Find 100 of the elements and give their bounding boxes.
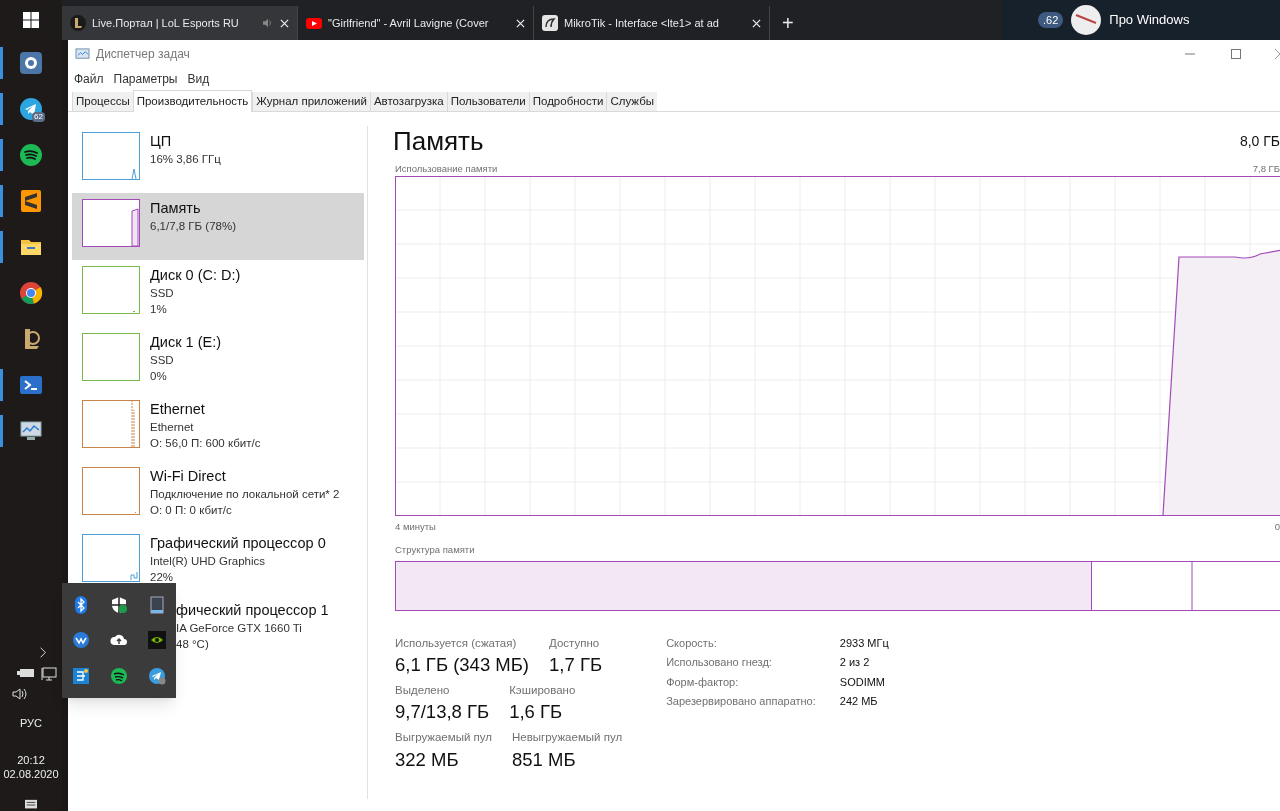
stat-value: 1,6 ГБ (509, 700, 564, 725)
nvidia-eye-icon[interactable] (148, 631, 166, 650)
property-value: 242 МБ (839, 694, 879, 710)
chat-title[interactable]: Про Windows (1109, 10, 1190, 30)
window-title: Диспетчер задач (96, 46, 190, 63)
menu-item[interactable]: Файл (74, 70, 104, 88)
speaker-icon[interactable] (11, 686, 29, 701)
unread-badge: 62 (32, 112, 45, 122)
resource-title: Графический процессор 0 (150, 534, 326, 553)
stat-label: Выделено (395, 683, 451, 698)
resource-item[interactable]: ЦП 16% 3,86 ГГц (72, 126, 364, 193)
resource-detail: SSD (150, 286, 175, 301)
menu-item[interactable]: Вид (187, 70, 210, 88)
tablet-icon[interactable] (148, 595, 166, 614)
detail-title: Память (393, 126, 484, 156)
tab[interactable]: Журнал приложений (252, 92, 370, 111)
resource-detail: 6,1/7,8 ГБ (78%) (150, 219, 236, 234)
resource-title: ЦП (150, 132, 173, 151)
resource-title: Wi-Fi Direct (150, 467, 227, 486)
resource-detail: 0% (150, 369, 168, 384)
tab[interactable]: Службы (606, 92, 657, 111)
telegram-icon[interactable] (19, 97, 43, 121)
maximize-icon[interactable] (1231, 49, 1241, 59)
stat-label: Невыгружаемый пул (512, 730, 623, 746)
resource-item[interactable]: Графический процессор 0 Intel(R) UHD Graphics 22% (72, 528, 364, 595)
network-monitor-icon[interactable] (41, 666, 57, 681)
avatar-icon (1071, 5, 1102, 35)
notification-icon[interactable] (23, 799, 39, 811)
resource-detail: Подключение по локальной сети* 2 (150, 487, 340, 502)
stat-value: 6,1 ГБ (343 МБ) (395, 653, 530, 677)
resource-title: Ethernet (150, 400, 206, 419)
menu-item[interactable]: Параметры (113, 70, 178, 88)
sublime-icon[interactable] (19, 189, 43, 213)
browser-tab[interactable]: Live.Портал | LoL Esports RU (62, 6, 298, 40)
resource-detail: 48 °C) (176, 637, 210, 652)
close-tab-icon[interactable] (280, 18, 289, 28)
tab-title: Live.Портал | LoL Esports RU (92, 15, 240, 31)
tab[interactable]: Процессы (72, 92, 133, 111)
stat-label: Кэшировано (509, 683, 576, 698)
resource-item[interactable]: Диск 1 (E:) SSD 0% (72, 327, 364, 394)
terminal-icon[interactable] (19, 373, 43, 397)
stat-label: Используется (сжатая) (395, 635, 518, 651)
shield-icon[interactable] (110, 595, 128, 614)
monitor-chart-icon[interactable] (19, 419, 43, 443)
league-favicon-icon (70, 15, 86, 31)
resource-title: Память (150, 199, 202, 218)
resource-detail: IA GeForce GTX 1660 Ti (176, 621, 303, 636)
resource-item[interactable]: Диск 0 (C: D:) SSD 1% (72, 260, 364, 327)
tab-title: MikroTik - Interface <lte1> at ad (564, 15, 720, 31)
app-window-icon[interactable] (72, 667, 90, 686)
property-label: Форм-фактор: (666, 674, 740, 690)
structure-label: Структура памяти (394, 542, 476, 557)
bluetooth-icon[interactable] (72, 595, 90, 614)
resource-detail: Intel(R) UHD Graphics (150, 554, 267, 569)
spotify-icon[interactable] (19, 143, 43, 167)
property-value: SODIMM (839, 674, 887, 690)
tab-title: "Girlfriend" - Avril Lavigne (Cover (328, 15, 490, 31)
resource-detail: 22% (150, 570, 175, 585)
tab[interactable]: Производительность (132, 90, 253, 112)
property-label: Использовано гнезд: (666, 655, 773, 671)
resource-detail: 1% (150, 302, 168, 317)
chrome-icon[interactable] (19, 281, 43, 305)
new-tab-button[interactable]: + (770, 6, 806, 40)
resource-detail: SSD (150, 353, 175, 368)
chevron-right-icon[interactable] (39, 645, 47, 659)
resource-item[interactable]: Память 6,1/7,8 ГБ (78%) (72, 193, 364, 260)
tab[interactable]: Подробности (528, 92, 607, 111)
unread-badge: .62 (1038, 11, 1064, 29)
close-tab-icon[interactable] (752, 18, 761, 28)
clock-time[interactable]: 20:12 (17, 753, 45, 767)
resource-title: фический процессор 1 (176, 601, 329, 620)
stat-value: 9,7/13,8 ГБ (395, 700, 490, 725)
stat-value: 322 МБ (395, 747, 460, 772)
monitor-chart-icon (75, 47, 90, 61)
tab[interactable]: Пользователи (446, 92, 529, 111)
spotify-icon[interactable] (110, 667, 128, 686)
property-value: 2933 МГц (839, 635, 889, 651)
stat-label: Доступно (549, 635, 601, 651)
close-icon[interactable] (1275, 49, 1280, 59)
telegram-icon[interactable] (148, 667, 166, 686)
close-tab-icon[interactable] (516, 18, 525, 28)
graph-label: Использование памяти (395, 162, 498, 176)
input-language[interactable]: РУС (20, 714, 42, 731)
resource-detail: О: 0 П: 0 кбит/с (150, 503, 233, 518)
resource-title: Диск 1 (E:) (150, 333, 221, 352)
total-memory: 8,0 ГБ (1239, 132, 1280, 151)
property-label: Скорость: (666, 635, 718, 651)
resource-detail: Ethernet (150, 420, 195, 435)
battery-icon[interactable] (17, 666, 35, 679)
property-value: 2 из 2 (839, 655, 871, 671)
axis-time-label: 4 минуты (395, 520, 436, 535)
tab[interactable]: Автозагрузка (369, 92, 447, 111)
graph-max-label: 7,8 ГБ (1252, 162, 1280, 176)
clock-date[interactable]: 02.08.2020 (3, 767, 59, 781)
mikrotik-favicon-icon (542, 15, 558, 31)
resource-item[interactable]: Ethernet Ethernet О: 56,0 П: 600 кбит/с (72, 394, 364, 461)
windows-start-icon[interactable] (23, 12, 39, 28)
resource-detail: 16% 3,86 ГГц (150, 152, 221, 167)
property-label: Зарезервировано аппаратно: (666, 694, 816, 710)
resource-item[interactable]: Wi-Fi Direct Подключение по локальной сети* 2 О: 0 П: 0 кбит/с (72, 461, 364, 528)
